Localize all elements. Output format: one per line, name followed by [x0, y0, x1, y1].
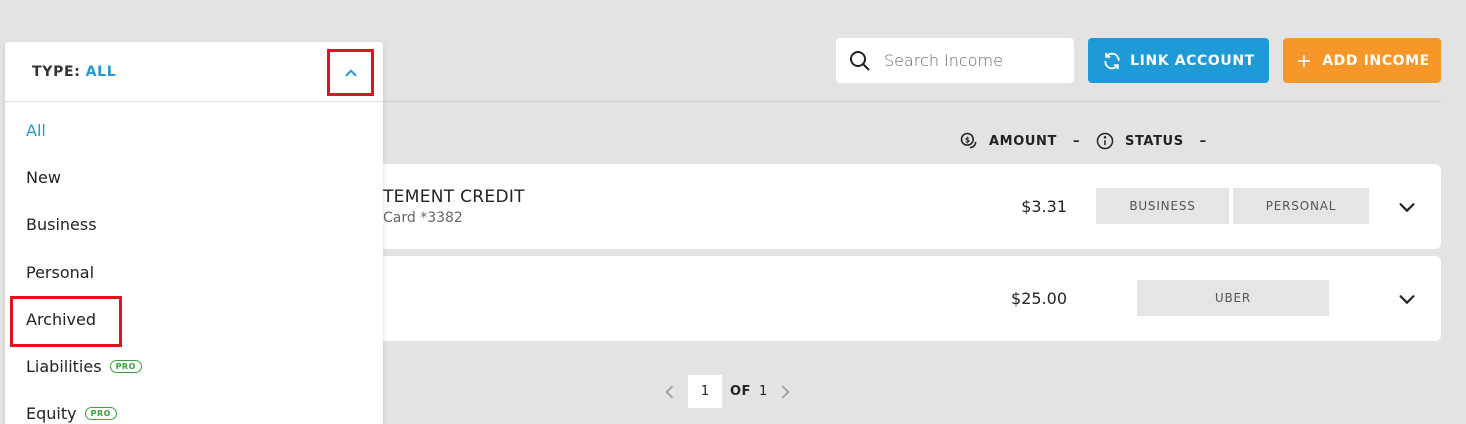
link-account-label: LINK ACCOUNT — [1130, 52, 1255, 69]
pagination: 1 OF 1 — [660, 375, 795, 408]
type-option-equity[interactable]: Equity PRO — [5, 390, 383, 424]
total-pages: 1 — [758, 384, 768, 399]
type-option-all[interactable]: All — [5, 107, 383, 154]
chevron-up-icon — [345, 68, 356, 76]
info-icon — [1096, 132, 1114, 150]
plus-icon — [1298, 54, 1311, 67]
status-column-header[interactable]: STATUS – — [1095, 131, 1207, 151]
type-option-label: Personal — [26, 262, 95, 282]
tag-personal[interactable]: PERSONAL — [1233, 188, 1369, 224]
type-option-new[interactable]: New — [5, 154, 383, 201]
dropdown-toggle-button[interactable] — [327, 49, 374, 96]
row-amount: $25.00 — [1011, 289, 1067, 308]
status-sort-indicator[interactable]: – — [1200, 134, 1207, 149]
chevron-down-icon[interactable] — [1396, 196, 1418, 218]
type-option-archived[interactable]: Archived — [5, 295, 383, 347]
type-option-label: Liabilities — [26, 357, 102, 377]
current-page-input[interactable]: 1 — [688, 375, 722, 408]
amount-column-label: AMOUNT — [989, 133, 1057, 149]
coins-icon: $ — [960, 132, 977, 149]
type-option-liabilities[interactable]: Liabilities PRO — [5, 343, 383, 390]
type-option-label: Equity — [26, 404, 77, 424]
type-option-label: All — [26, 121, 46, 141]
search-icon — [850, 50, 870, 71]
type-option-label: Business — [26, 215, 97, 235]
sync-icon — [1104, 52, 1120, 69]
svg-text:$: $ — [965, 136, 971, 145]
chevron-right-icon[interactable] — [775, 382, 795, 402]
type-option-personal[interactable]: Personal — [5, 249, 383, 296]
page-of-label: OF — [730, 384, 751, 399]
status-column-label: STATUS — [1125, 133, 1184, 149]
type-option-label: New — [26, 168, 61, 188]
type-filter-dropdown: TYPE: ALL All New Business Personal Arch… — [5, 42, 383, 424]
amount-column-header[interactable]: $ AMOUNT – — [959, 131, 1080, 151]
type-option-label: Archived — [26, 309, 97, 329]
row-amount: $3.31 — [1021, 197, 1067, 216]
link-account-button[interactable]: LINK ACCOUNT — [1088, 38, 1269, 83]
income-row[interactable]: $25.00 UBER — [383, 256, 1441, 341]
add-income-label: ADD INCOME — [1322, 52, 1430, 69]
amount-sort-indicator[interactable]: – — [1073, 134, 1080, 149]
type-options-list: All New Business Personal Archived Liabi… — [5, 102, 383, 424]
search-box[interactable] — [836, 38, 1074, 83]
tag-uber[interactable]: UBER — [1137, 280, 1329, 316]
header-divider — [383, 101, 1441, 102]
pro-badge: PRO — [84, 407, 117, 421]
search-input[interactable] — [884, 51, 1064, 70]
add-income-button[interactable]: ADD INCOME — [1283, 38, 1441, 83]
type-filter-label: TYPE: — [32, 63, 81, 80]
chevron-left-icon[interactable] — [660, 382, 680, 402]
row-title: TEMENT CREDIT — [383, 187, 525, 207]
income-page: LINK ACCOUNT ADD INCOME $ AMOUNT – STATU… — [0, 0, 1466, 424]
row-subtitle: Card *3382 — [383, 210, 463, 226]
chevron-down-icon[interactable] — [1396, 288, 1418, 310]
type-filter-value: ALL — [85, 63, 117, 80]
income-row[interactable]: TEMENT CREDIT Card *3382 $3.31 BUSINESS … — [383, 164, 1441, 249]
type-option-business[interactable]: Business — [5, 201, 383, 248]
tag-business[interactable]: BUSINESS — [1096, 188, 1229, 224]
pro-badge: PRO — [109, 360, 142, 374]
